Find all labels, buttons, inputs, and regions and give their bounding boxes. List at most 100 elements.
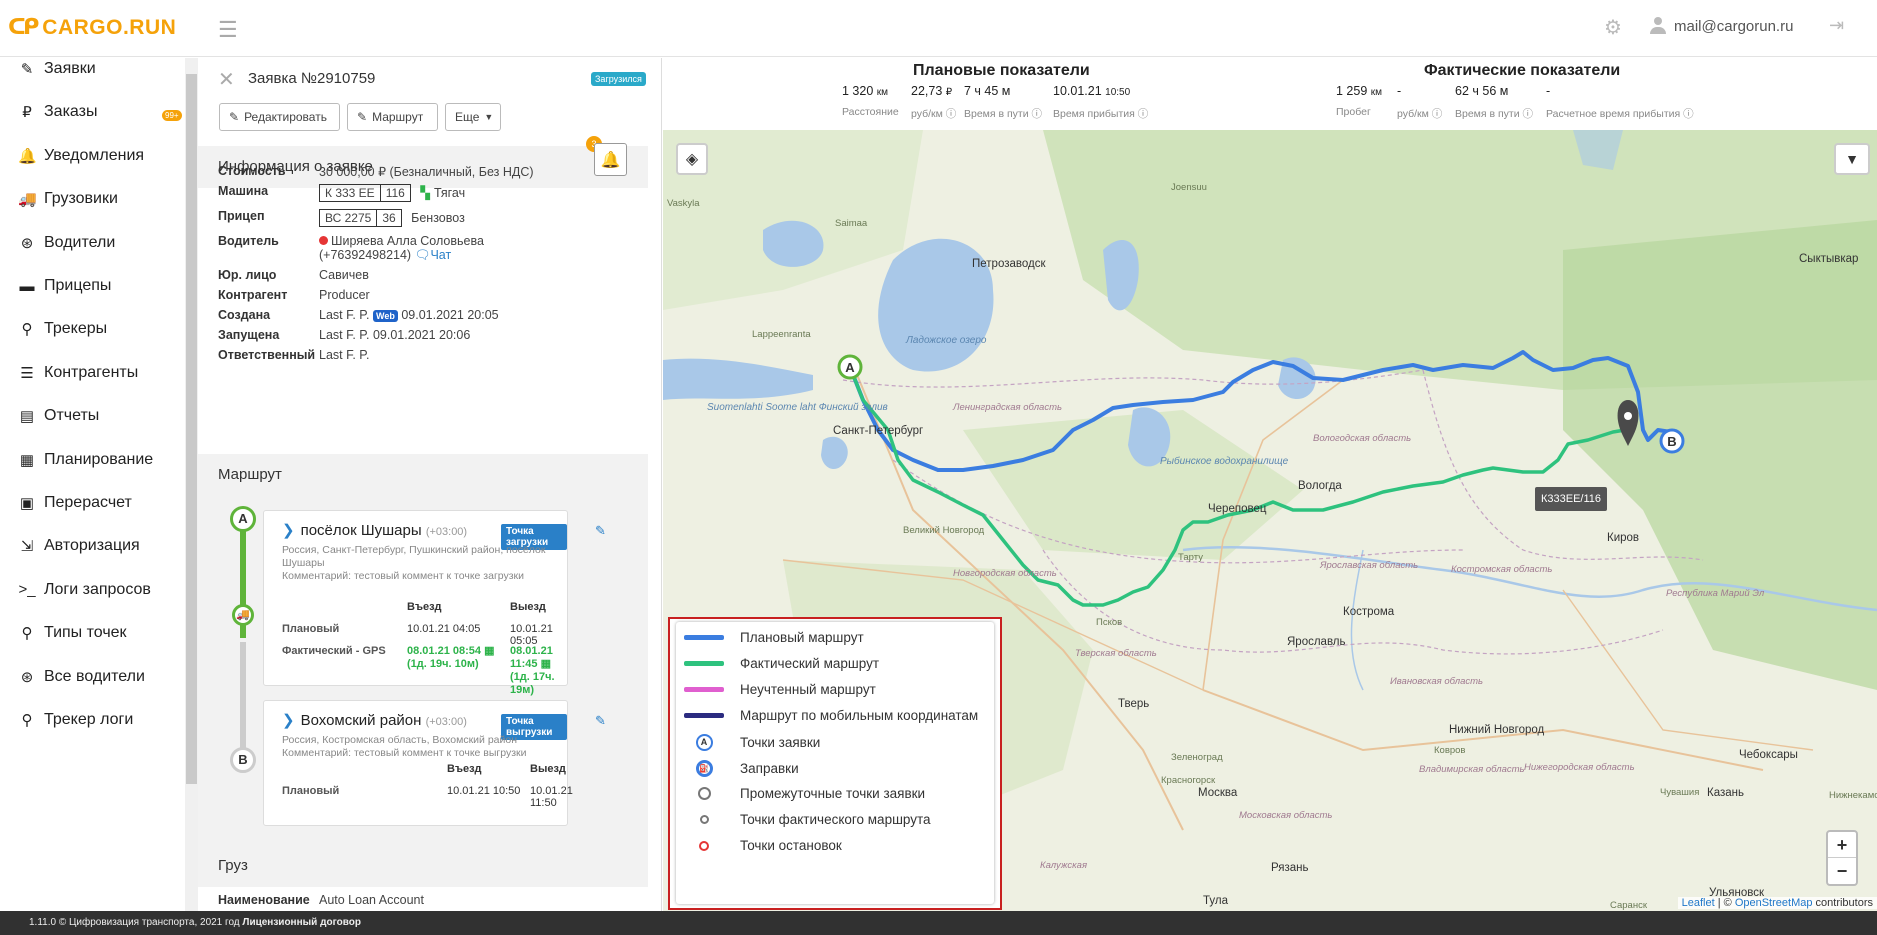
filter-icon[interactable]: ▼: [1834, 143, 1870, 175]
legend-line-swatch: [684, 661, 724, 666]
zoom-in-button[interactable]: +: [1828, 832, 1856, 858]
cost-value: 30 000,00 ₽ (Безналичный, Без НДС): [319, 165, 534, 179]
more-dropdown[interactable]: Еще ▼: [445, 103, 501, 131]
sidebar-item-15[interactable]: ⊛ Все водители: [18, 668, 145, 686]
responsible-label: Ответственный: [218, 348, 316, 362]
legend-item: Неучтенный маршрут: [684, 682, 876, 697]
legend-line-swatch: [684, 635, 724, 640]
truck-type: Тягач: [433, 186, 466, 200]
zoom-out-button[interactable]: −: [1828, 858, 1856, 884]
sidebar-item-9[interactable]: ▤ Отчеты: [18, 407, 99, 425]
map-place-label: Москва: [1198, 787, 1238, 799]
sidebar-item-8[interactable]: ☰ Контрагенты: [18, 364, 138, 382]
sidebar: ✎ Заявки ₽ Заказы 🔔 Уведомления 🚚 Грузовики ⊛ Вод…: [0, 58, 185, 911]
sidebar-item-3[interactable]: 🔔 Уведомления: [18, 147, 144, 165]
kpi-label: Время в пути ⓘ: [1455, 106, 1533, 121]
license-link[interactable]: Лицензионный договор: [242, 917, 361, 928]
edit-icon: ✎: [357, 110, 368, 124]
sidebar-item-2[interactable]: ₽ Заказы: [18, 103, 97, 121]
fact-out-duration: (1д. 17ч. 19м): [510, 671, 555, 696]
trailer-plate-region: 36: [376, 210, 400, 226]
sidebar-item-label: Перерасчет: [44, 494, 132, 511]
logo-text: CARGO.RUN: [42, 15, 177, 39]
sidebar-item-7[interactable]: ⚲ Трекеры: [18, 320, 108, 338]
notifications-button[interactable]: 🔔: [594, 143, 627, 176]
sidebar-item-label: Все водители: [44, 667, 145, 685]
sidebar-item-11[interactable]: ▣ Перерасчет: [18, 494, 132, 512]
edit-stop-icon[interactable]: ✎: [595, 713, 606, 729]
kpi-value: 1 259 км: [1336, 84, 1382, 98]
map-pin-icon: ⚲: [21, 625, 33, 643]
legend-item: ⛽ Заправки: [684, 760, 799, 777]
stop-b-title[interactable]: ❯ Вохомский район (+03:00): [282, 711, 467, 729]
logout-icon[interactable]: ⇥: [1829, 15, 1844, 36]
stop-a-title[interactable]: ❯ посёлок Шушары (+03:00): [282, 521, 467, 539]
driver-status-dot: [319, 236, 328, 245]
hamburger-menu-icon[interactable]: ☰: [218, 17, 238, 43]
sidebar-item-12[interactable]: ⇲ Авторизация: [18, 537, 140, 555]
attribution-tail: contributors: [1812, 897, 1873, 909]
driver-name[interactable]: Ширяева Алла Соловьева: [331, 234, 484, 248]
map-place-label: Чувашия: [1660, 787, 1700, 798]
gear-icon[interactable]: ⚙: [1604, 15, 1622, 40]
legend-label: Неучтенный маршрут: [740, 682, 876, 697]
attribution-sep: | ©: [1714, 897, 1735, 909]
stop-a-marker[interactable]: A: [230, 506, 256, 532]
sidebar-item-label: Отчеты: [44, 407, 100, 425]
stop-a-address-text: Россия, Санкт-Петербург, Пушкинский райо…: [282, 544, 546, 569]
user-menu[interactable]: mail@cargorun.ru: [1650, 17, 1793, 35]
cost-label: Стоимость: [218, 164, 286, 178]
chat-link[interactable]: Чат: [430, 248, 451, 262]
sidebar-item-5[interactable]: ⊛ Водители: [18, 234, 116, 252]
truck-plate[interactable]: К 333 ЕЕ 116: [319, 184, 411, 202]
osm-link[interactable]: OpenStreetMap: [1735, 897, 1813, 909]
login-icon: ⇲: [20, 538, 34, 556]
help-icon[interactable]: ⓘ: [943, 108, 957, 120]
help-icon[interactable]: ⓘ: [1680, 108, 1694, 120]
edit-stop-icon[interactable]: ✎: [595, 523, 606, 539]
trailer-plate[interactable]: ВС 2275 36: [319, 209, 402, 227]
status-badge: Загрузился: [591, 72, 646, 86]
legend-item: Плановый маршрут: [684, 630, 864, 645]
stop-b-address: Россия, Костромская область, Вохомский р…: [282, 734, 572, 760]
legend-label: Маршрут по мобильным координатам: [740, 708, 979, 723]
map-place-label: Suomenlahti Soome laht Финский залив: [707, 402, 888, 413]
trailer-type: Бензовоз: [411, 211, 465, 225]
logo[interactable]: ᑕᑭ CARGO.RUN: [8, 15, 176, 40]
trailer-icon: ▬: [19, 277, 35, 295]
kpi-bar: Плановые показатели Фактические показате…: [663, 58, 1877, 130]
created-label: Создана: [218, 308, 271, 322]
leaflet-link[interactable]: Leaflet: [1682, 897, 1715, 909]
help-icon[interactable]: ⓘ: [1135, 108, 1149, 120]
help-icon[interactable]: ⓘ: [1520, 108, 1534, 120]
sidebar-item-4[interactable]: 🚚 Грузовики: [18, 190, 118, 208]
legend-point-marker: A: [695, 734, 713, 751]
legend-item: Маршрут по мобильным координатам: [684, 708, 978, 723]
stop-b-marker[interactable]: B: [230, 747, 256, 773]
stop-b-address-text: Россия, Костромская область, Вохомский р…: [282, 734, 517, 746]
legend-label: Точки остановок: [740, 838, 842, 853]
fact-title: Фактические показатели: [1424, 62, 1621, 79]
truck-map-icon[interactable]: ▚: [420, 186, 430, 200]
sidebar-item-10[interactable]: ▦ Планирование: [18, 451, 153, 469]
close-icon[interactable]: ✕: [218, 67, 235, 92]
route-button[interactable]: ✎ Маршрут: [347, 103, 438, 131]
kpi-label-text: руб/км: [1397, 108, 1429, 120]
help-icon[interactable]: ⓘ: [1429, 108, 1443, 120]
sidebar-item-6[interactable]: ▬ Прицепы: [18, 277, 112, 295]
layers-icon[interactable]: ◈: [676, 143, 708, 175]
sidebar-item-13[interactable]: >_ Логи запросов: [18, 581, 150, 599]
sidebar-item-16[interactable]: ⚲ Трекер логи: [18, 711, 134, 729]
calculator-icon: ▣: [19, 495, 35, 512]
kpi-label-text: Расчетное время прибытия: [1546, 108, 1681, 120]
sidebar-item-1[interactable]: ✎ Заявки: [18, 60, 96, 78]
sidebar-scroll-thumb[interactable]: [186, 74, 197, 784]
sidebar-item-14[interactable]: ⚲ Типы точек: [18, 624, 127, 642]
map-place-label: Киров: [1607, 532, 1640, 544]
edit-button[interactable]: ✎ Редактировать: [219, 103, 340, 131]
help-icon[interactable]: ⓘ: [1029, 108, 1043, 120]
map-place-label: Вологодская область: [1313, 433, 1412, 444]
sidebar-item-label: Грузовики: [44, 190, 118, 208]
kpi-label-text: Расстояние: [842, 106, 899, 118]
list-icon: ☰: [20, 364, 34, 382]
